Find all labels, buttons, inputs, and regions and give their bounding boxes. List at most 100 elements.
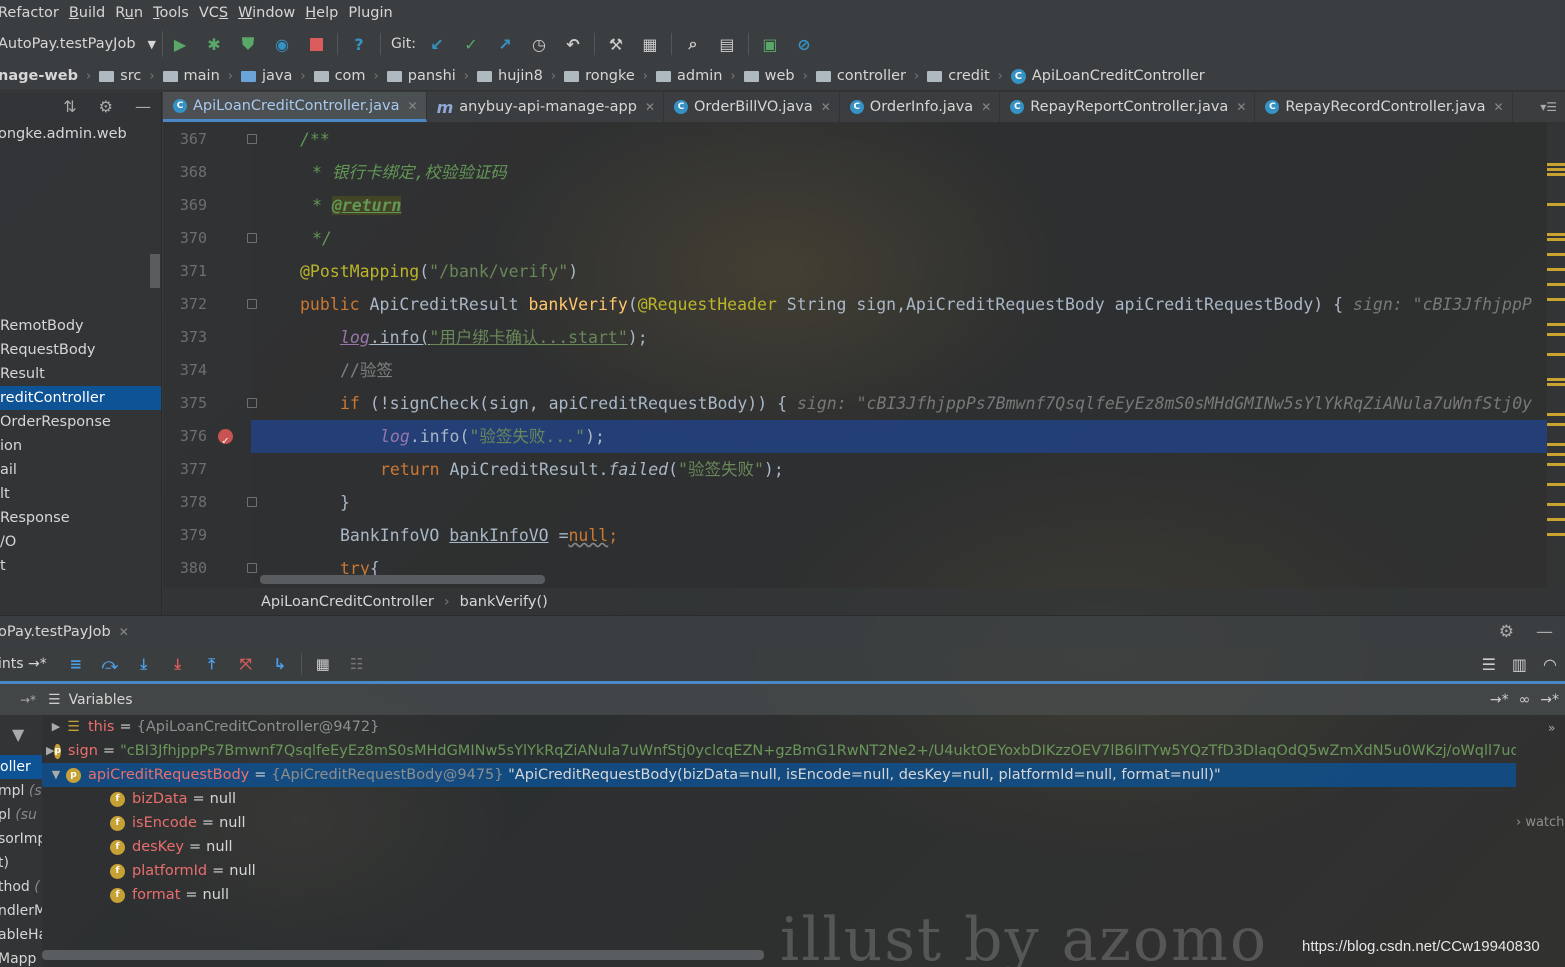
variable-row[interactable]: ▶ p sign = "cBI3JfhjppPs7Bmwnf7QsqlfeEyEz8mS…	[42, 739, 1516, 763]
layout-icon[interactable]: ☰	[1482, 655, 1496, 674]
variable-row[interactable]: ▼ p apiCreditRequestBody = {ApiCreditRequest…	[42, 763, 1516, 787]
code-line[interactable]: 373 log.info("用户绑卡确认...start");	[163, 321, 1547, 354]
git-push-icon[interactable]: ↗	[494, 33, 516, 55]
profiler-icon[interactable]: ◉	[271, 33, 293, 55]
project-tree-item[interactable]: Response	[0, 506, 161, 530]
menu-plugin[interactable]: Plugin	[348, 5, 402, 21]
menu-vcs[interactable]: VCS	[199, 5, 238, 21]
minimize-icon[interactable]: —	[1536, 622, 1553, 642]
debugger-tab-label[interactable]: ints →*	[0, 656, 47, 672]
error-stripe-mark[interactable]	[1547, 463, 1565, 466]
stack-frame[interactable]: oller	[0, 755, 42, 779]
close-icon[interactable]: ✕	[119, 625, 129, 639]
close-icon[interactable]: ✕	[408, 99, 418, 113]
tabs-list-icon[interactable]: ▾☰	[1540, 92, 1565, 122]
error-stripe-mark[interactable]	[1547, 233, 1565, 236]
project-tree-item[interactable]: ail	[0, 458, 161, 482]
close-icon[interactable]: ✕	[981, 100, 991, 114]
chevron-right-icon[interactable]: ▶	[46, 739, 54, 763]
breadcrumb-src[interactable]: src	[99, 68, 141, 84]
error-stripe-mark[interactable]	[1547, 518, 1565, 521]
fold-icon[interactable]	[247, 299, 257, 309]
code-editor[interactable]: 367/** 368 * 银行卡绑定,校验验证码 369 * @return 370 */3…	[163, 123, 1547, 588]
gear-icon[interactable]: ⚙	[99, 97, 113, 116]
code-line[interactable]: 374 //验签	[163, 354, 1547, 387]
debug-icon[interactable]: ✱	[203, 33, 225, 55]
run-configuration-select[interactable]: AutoPay.testPayJob ▼	[0, 31, 163, 57]
code-line[interactable]: 378}	[163, 486, 1547, 519]
step-into-icon[interactable]: ⤓	[133, 653, 155, 675]
stack-frame[interactable]: pl (su	[0, 803, 37, 827]
collapse-all-icon[interactable]: ⇅	[63, 97, 76, 116]
stack-frame[interactable]: Mapp	[0, 947, 36, 967]
code-line[interactable]: 375 if (!signCheck(sign, apiCreditRequest…	[163, 387, 1547, 420]
project-root-node[interactable]: ongke.admin.web	[0, 126, 127, 142]
code-line[interactable]: 379 BankInfoVO bankInfoVO =null;	[163, 519, 1547, 552]
help-icon[interactable]: ?	[348, 33, 370, 55]
breadcrumb-method[interactable]: bankVerify()	[460, 594, 548, 610]
project-tree-item[interactable]: RequestBody	[0, 338, 161, 362]
revert-icon[interactable]: ↶	[562, 33, 584, 55]
project-structure-icon[interactable]: ▦	[639, 33, 661, 55]
variable-row[interactable]: f format = null	[42, 883, 229, 907]
tab-orderbillvo-java[interactable]: C OrderBillVO.java ✕	[664, 92, 840, 122]
monitor-icon[interactable]: ▣	[759, 33, 781, 55]
code-line[interactable]: 370 */	[163, 222, 1547, 255]
breadcrumb-java[interactable]: java	[240, 68, 292, 84]
error-stripe-mark[interactable]	[1547, 443, 1565, 446]
variable-row[interactable]: f bizData = null	[42, 787, 236, 811]
filter-icon[interactable]: ▼	[12, 725, 24, 744]
no-icon[interactable]: ⊘	[793, 33, 815, 55]
chevron-down-icon[interactable]: ▼	[46, 763, 66, 787]
error-stripe-mark[interactable]	[1547, 203, 1565, 206]
fold-icon[interactable]	[247, 563, 257, 573]
close-icon[interactable]: ✕	[821, 100, 831, 114]
error-stripe-mark[interactable]	[1547, 353, 1565, 356]
project-tree-item[interactable]: ion	[0, 434, 161, 458]
menu-build[interactable]: Build	[69, 5, 115, 21]
stop-icon[interactable]	[305, 33, 327, 55]
project-tree-item[interactable]: t	[0, 554, 161, 578]
stack-frame[interactable]: sorImp	[0, 827, 42, 851]
project-tree-item[interactable]: reditController	[0, 386, 161, 410]
stack-frame[interactable]: t)	[0, 851, 9, 875]
chevron-right-icon[interactable]: ▶	[46, 715, 66, 739]
frames-restore-icon[interactable]: →*	[0, 693, 42, 707]
tab-repayreportcontroller-java[interactable]: C RepayReportController.java ✕	[1000, 92, 1256, 122]
stack-frame[interactable]: mpl (s	[0, 779, 42, 803]
terminal-icon[interactable]: ▤	[716, 33, 738, 55]
error-stripe-mark[interactable]	[1547, 333, 1565, 336]
debug-session-tab[interactable]: oPay.testPayJob ✕	[0, 624, 129, 640]
menu-refactor[interactable]: Refactor	[0, 5, 69, 21]
step-out-icon[interactable]: ⤒	[201, 653, 223, 675]
error-stripe-mark[interactable]	[1547, 323, 1565, 326]
error-stripe-mark[interactable]	[1547, 533, 1565, 536]
error-stripe-mark[interactable]	[1547, 168, 1565, 171]
close-icon[interactable]: ✕	[1236, 100, 1246, 114]
stack-frame[interactable]: thod (	[0, 875, 40, 899]
error-stripe-mark[interactable]	[1547, 423, 1565, 426]
error-stripe-mark[interactable]	[1547, 483, 1565, 486]
fold-icon[interactable]	[247, 497, 257, 507]
error-stripe-mark[interactable]	[1547, 163, 1565, 166]
project-tree-item[interactable]: Result	[0, 362, 161, 386]
force-step-into-icon[interactable]: ⤓	[167, 653, 189, 675]
variable-row[interactable]: f isEncode = null	[42, 811, 246, 835]
menu-help[interactable]: Help	[305, 5, 348, 21]
error-stripe-mark[interactable]	[1547, 298, 1565, 301]
show-execution-point-icon[interactable]: ≡	[65, 653, 87, 675]
editor-horizontal-scrollbar[interactable]	[260, 575, 545, 584]
close-icon[interactable]: ✕	[645, 100, 655, 114]
chevron-right-icon[interactable]: »	[1548, 721, 1555, 735]
gear-icon[interactable]: ⚙	[1499, 622, 1514, 642]
git-commit-icon[interactable]: ✓	[460, 33, 482, 55]
error-stripe-mark[interactable]	[1547, 378, 1565, 381]
project-tree-item[interactable]: /O	[0, 530, 161, 554]
code-line[interactable]: 367 /**	[163, 123, 1547, 156]
error-stripe-mark[interactable]	[1547, 453, 1565, 456]
error-stripe-mark[interactable]	[1547, 283, 1565, 286]
step-over-icon[interactable]: ⤼	[99, 653, 121, 675]
menu-tools[interactable]: Tools	[153, 5, 199, 21]
error-stripe-mark[interactable]	[1547, 173, 1565, 176]
breadcrumb-admin[interactable]: admin	[655, 68, 722, 84]
